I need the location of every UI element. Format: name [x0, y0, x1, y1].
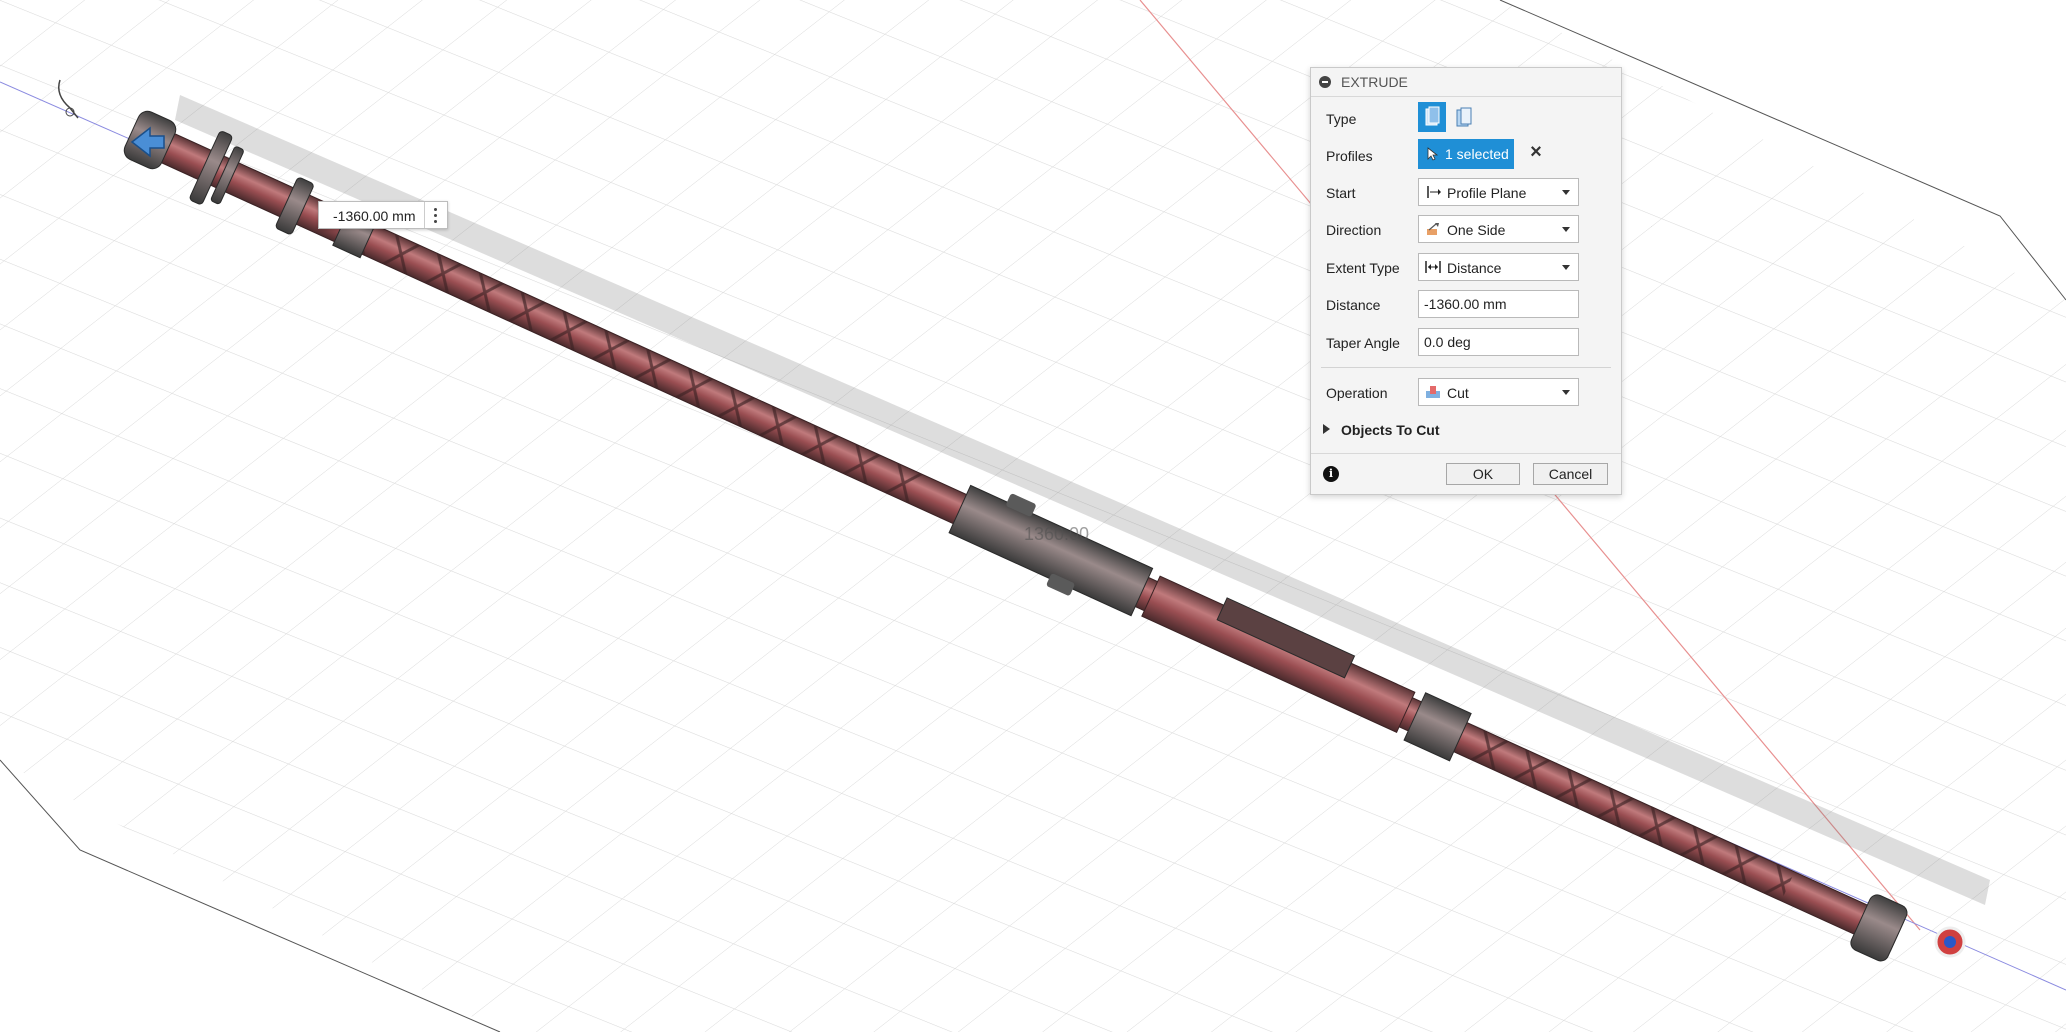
one-side-icon	[1427, 223, 1439, 235]
ok-button[interactable]: OK	[1446, 463, 1520, 485]
start-row: Start Profile Plane	[1311, 176, 1621, 210]
type-label: Type	[1326, 111, 1357, 127]
extent-type-label: Extent Type	[1326, 260, 1400, 276]
collapse-icon[interactable]	[1319, 76, 1331, 88]
start-value: Profile Plane	[1447, 185, 1527, 201]
profiles-value: 1 selected	[1445, 146, 1509, 162]
direction-label: Direction	[1326, 222, 1382, 238]
type-thin-button[interactable]	[1450, 102, 1478, 132]
panel-title: EXTRUDE	[1341, 74, 1408, 90]
profiles-row: Profiles 1 selected ×	[1311, 139, 1621, 173]
chevron-down-icon	[1562, 265, 1570, 270]
more-options-icon[interactable]	[424, 202, 447, 228]
extrude-panel: EXTRUDE Type Profiles 1 selected × Start	[1310, 67, 1622, 495]
emitter-core	[1944, 936, 1956, 948]
dimension-input-value[interactable]: -1360.00 mm	[333, 208, 415, 224]
expand-triangle-icon[interactable]	[1323, 424, 1330, 434]
taper-angle-row: Taper Angle	[1311, 326, 1621, 360]
dimension-label: 1360.00	[1024, 524, 1090, 544]
divider	[1321, 367, 1611, 368]
profile-plane-icon	[1427, 186, 1441, 198]
cut-icon	[1426, 386, 1440, 398]
chevron-down-icon	[1562, 227, 1570, 232]
operation-value: Cut	[1447, 385, 1469, 401]
taper-angle-label: Taper Angle	[1326, 335, 1400, 351]
extent-type-row: Extent Type Distance	[1311, 251, 1621, 285]
clear-selection-icon[interactable]: ×	[1528, 142, 1544, 162]
operation-row: Operation Cut	[1311, 376, 1621, 410]
type-row: Type	[1311, 102, 1621, 136]
direction-row: Direction One Side	[1311, 213, 1621, 247]
thin-extrude-icon	[1456, 107, 1472, 127]
dimension-input[interactable]: -1360.00 mm	[318, 201, 448, 229]
extent-type-select[interactable]: Distance	[1418, 253, 1579, 281]
chevron-down-icon	[1562, 390, 1570, 395]
extent-type-value: Distance	[1447, 260, 1502, 276]
operation-select[interactable]: Cut	[1418, 378, 1579, 406]
panel-header: EXTRUDE	[1311, 68, 1621, 97]
chevron-down-icon	[1562, 190, 1570, 195]
solid-extrude-icon	[1425, 106, 1440, 126]
distance-input[interactable]	[1418, 290, 1579, 318]
distance-row: Distance	[1311, 288, 1621, 322]
profiles-select-button[interactable]: 1 selected	[1418, 139, 1514, 169]
taper-angle-input[interactable]	[1418, 328, 1579, 356]
distance-icon	[1425, 261, 1441, 273]
profiles-label: Profiles	[1326, 148, 1373, 164]
distance-label: Distance	[1326, 297, 1381, 313]
direction-value: One Side	[1447, 222, 1506, 238]
direction-select[interactable]: One Side	[1418, 215, 1579, 243]
info-icon[interactable]: i	[1323, 466, 1339, 482]
3d-viewport[interactable]	[0, 0, 2066, 1032]
objects-to-cut-label: Objects To Cut	[1341, 422, 1440, 438]
start-label: Start	[1326, 185, 1356, 201]
footer-divider	[1311, 453, 1621, 454]
start-select[interactable]: Profile Plane	[1418, 178, 1579, 206]
operation-label: Operation	[1326, 385, 1388, 401]
cursor-icon	[1427, 147, 1439, 161]
objects-to-cut-section[interactable]: Objects To Cut	[1311, 414, 1621, 448]
cancel-button[interactable]: Cancel	[1533, 463, 1608, 485]
type-solid-button[interactable]	[1418, 102, 1446, 132]
